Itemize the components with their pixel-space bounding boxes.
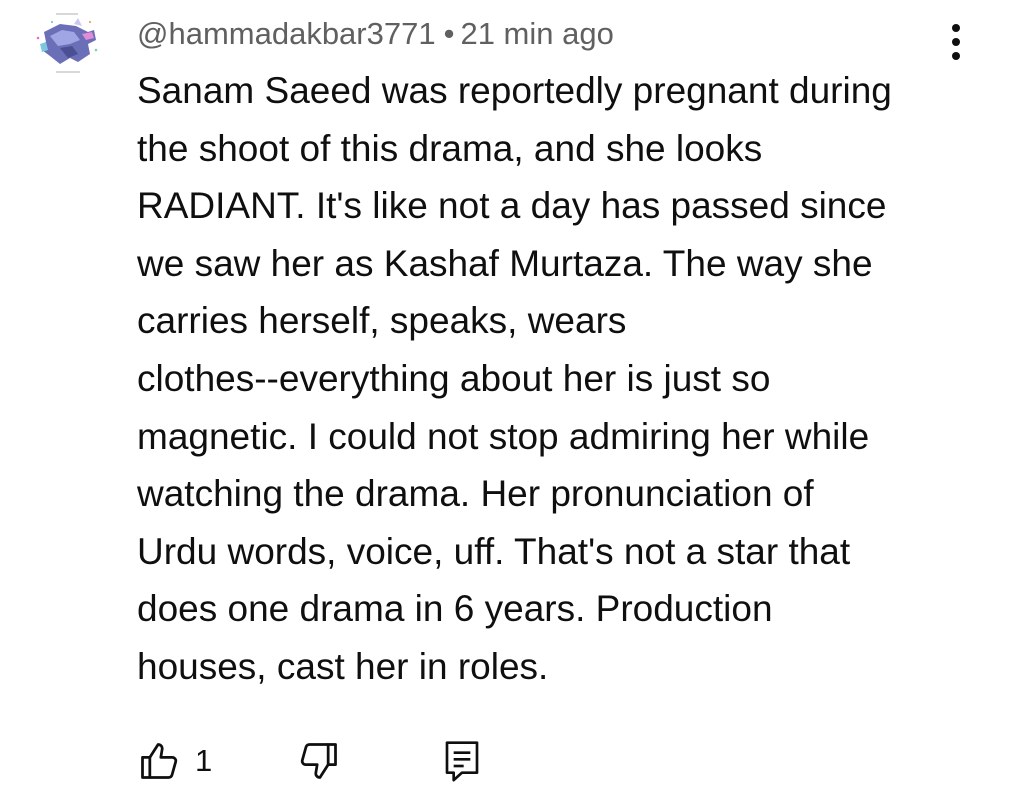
comment-text-line: we saw her as Kashaf Murtaza. The way sh…: [137, 242, 873, 284]
comment-text-line: carries herself, speaks, wears: [137, 300, 627, 342]
comment-header: @hammadakbar3771 • 21 min ago: [137, 14, 614, 54]
comment-text-line: the shoot of this drama, and she looks: [137, 127, 763, 169]
comment-text-line: does one drama in 6 years. Production: [137, 588, 773, 630]
reply-comment-icon: [445, 741, 479, 782]
header-separator: •: [443, 16, 455, 51]
comment-text-line: magnetic. I could not stop admiring her …: [137, 415, 870, 457]
like-count: 1: [195, 743, 213, 778]
comment-text-line: Urdu words, voice, uff. That's not a sta…: [137, 530, 851, 572]
comment-card: @hammadakbar3771 • 21 min ago Sanam Saeed …: [0, 0, 1024, 789]
comment-menu-button[interactable]: [936, 18, 976, 66]
comment-text-line: clothes--everything about her is just so: [137, 357, 771, 399]
dislike-button[interactable]: [297, 738, 341, 784]
more-vertical-icon: [952, 24, 960, 60]
comment-actions: 1: [137, 738, 537, 784]
reply-button[interactable]: [442, 738, 482, 784]
comment-text-line: RADIANT. It's like not a day has passed …: [137, 185, 887, 227]
wolf-avatar-icon: [30, 10, 106, 80]
comment-text-line: Sanam Saeed was reportedly pregnant duri…: [137, 70, 892, 111]
avatar[interactable]: [30, 10, 106, 80]
comment-text-line: watching the drama. Her pronunciation of: [137, 473, 814, 515]
thumbs-up-icon: [141, 743, 178, 779]
like-button[interactable]: 1: [137, 738, 212, 784]
comment-text: Sanam Saeed was reportedly pregnant duri…: [137, 62, 967, 696]
comment-text-line: houses, cast her in roles.: [137, 645, 549, 687]
author-name[interactable]: @hammadakbar3771: [137, 16, 436, 51]
comment-timestamp: 21 min ago: [460, 16, 614, 51]
thumbs-down-icon: [300, 743, 337, 779]
